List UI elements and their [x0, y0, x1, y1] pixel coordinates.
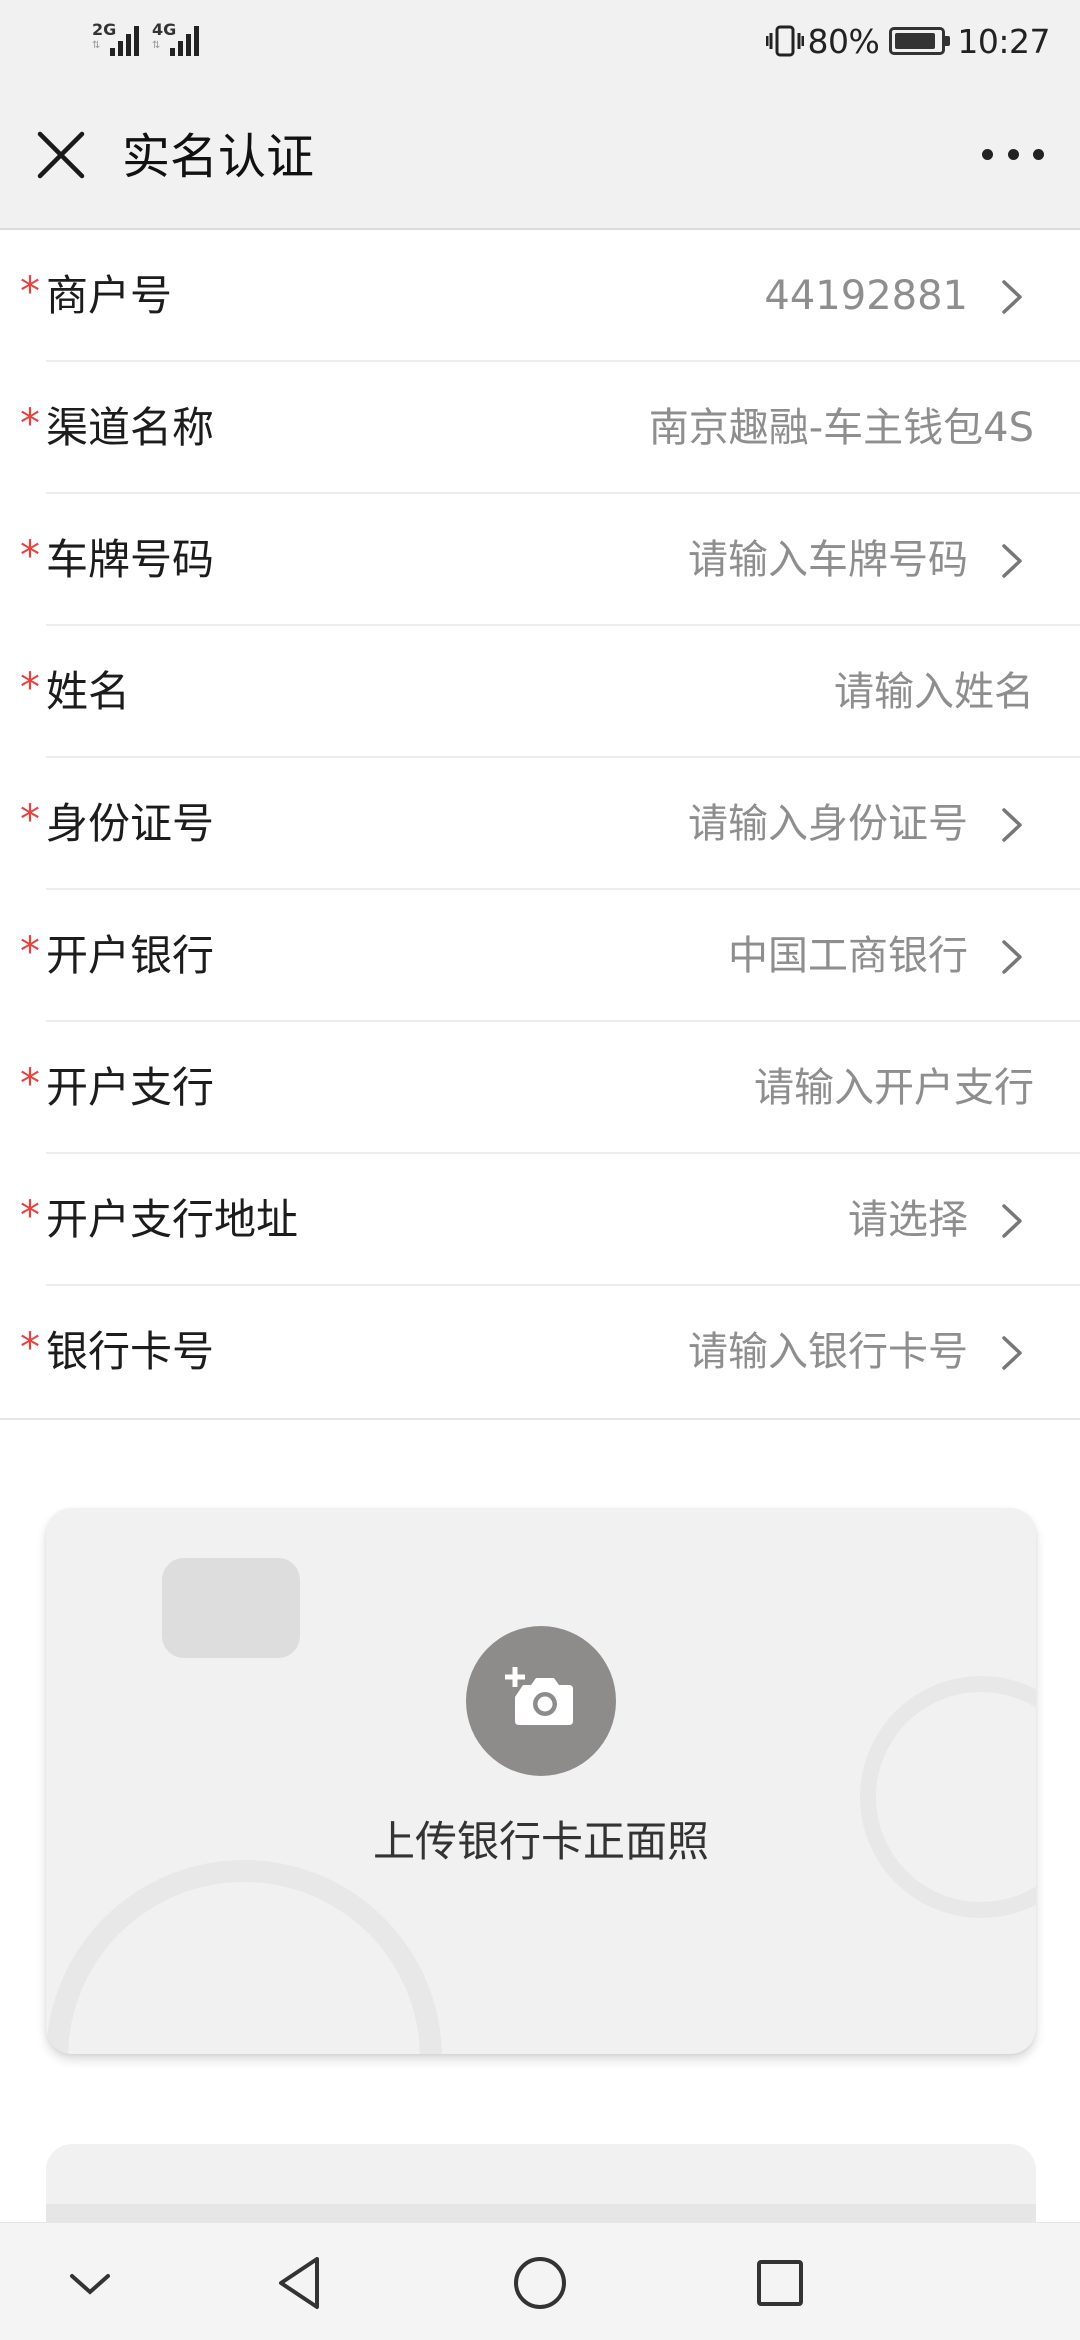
upload-label: 上传银行卡正面照 [372, 1817, 709, 1866]
required-marker: * [20, 1325, 40, 1371]
required-marker: * [20, 1061, 40, 1107]
camera-upload-button[interactable] [466, 1626, 616, 1776]
recents-button[interactable] [740, 2243, 820, 2323]
verification-form: * 商户号 44192881 * 渠道名称 南京趣融-车主钱包4S * 车牌号码 请输入车牌号码… [0, 230, 1080, 1420]
recents-square-icon [757, 2260, 803, 2306]
chevron-down-icon [70, 2274, 110, 2295]
hide-nav-button[interactable] [50, 2243, 130, 2323]
field-value[interactable]: 请输入身份证号 [688, 798, 968, 850]
form-row[interactable]: * 开户支行 请输入开户支行 [0, 1022, 1080, 1154]
chevron-right-icon [1002, 544, 1022, 578]
field-value[interactable]: 南京趣融-车主钱包4S [649, 402, 1034, 454]
field-value[interactable]: 请输入银行卡号 [688, 1326, 968, 1378]
more-dot-icon [1007, 148, 1019, 160]
field-label: 姓名 [46, 667, 131, 716]
form-row[interactable]: * 姓名 请输入姓名 [0, 626, 1080, 758]
card-circle-decoration [860, 1676, 1036, 1918]
required-marker: * [20, 1193, 40, 1239]
form-row[interactable]: * 身份证号 请输入身份证号 [0, 758, 1080, 890]
bank-card-upload[interactable]: 上传银行卡正面照 [46, 1508, 1036, 2054]
page: 2G ⇅ 4G ⇅ 80% 10:27 实名认证 * 商户号 44192881 … [0, 0, 1080, 2340]
vibrate-icon [765, 21, 805, 61]
form-row[interactable]: * 商户号 44192881 [0, 230, 1080, 362]
field-label: 渠道名称 [46, 403, 215, 452]
required-marker: * [20, 269, 40, 315]
field-label: 开户银行 [46, 931, 215, 980]
form-row[interactable]: * 渠道名称 南京趣融-车主钱包4S [0, 362, 1080, 494]
clock: 10:27 [957, 21, 1050, 61]
nav-bar: 实名认证 [0, 84, 1080, 230]
form-row[interactable]: * 银行卡号 请输入银行卡号 [0, 1286, 1080, 1418]
chevron-right-icon [1002, 280, 1022, 314]
battery-percent: 80% [807, 21, 880, 61]
more-dot-icon [982, 148, 993, 160]
chevron-right-icon [1002, 940, 1022, 974]
field-value[interactable]: 中国工商银行 [728, 930, 968, 982]
back-triangle-icon [279, 2257, 319, 2309]
chevron-right-icon [1002, 1336, 1022, 1370]
required-marker: * [20, 797, 40, 843]
card-chip-decoration [162, 1558, 300, 1658]
field-value[interactable]: 请输入开户支行 [754, 1062, 1034, 1114]
page-title: 实名认证 [122, 129, 315, 185]
field-label: 开户支行 [46, 1063, 215, 1112]
required-marker: * [20, 533, 40, 579]
required-marker: * [20, 401, 40, 447]
form-row[interactable]: * 车牌号码 请输入车牌号码 [0, 494, 1080, 626]
field-value[interactable]: 请输入姓名 [834, 666, 1034, 718]
more-button[interactable] [982, 134, 1044, 174]
field-value[interactable]: 44192881 [764, 270, 968, 322]
field-value[interactable]: 请输入车牌号码 [688, 534, 968, 586]
more-dot-icon [1033, 148, 1044, 160]
required-marker: * [20, 665, 40, 711]
battery-icon [889, 27, 951, 55]
back-button[interactable] [260, 2243, 340, 2323]
field-label: 开户支行地址 [46, 1195, 299, 1244]
status-bar: 2G ⇅ 4G ⇅ 80% 10:27 [0, 0, 1080, 84]
required-marker: * [20, 929, 40, 975]
field-label: 银行卡号 [46, 1327, 215, 1376]
system-nav-bar [0, 2222, 1080, 2340]
home-circle-icon [514, 2257, 566, 2309]
status-right: 80% 10:27 [765, 18, 1050, 64]
field-label: 身份证号 [46, 799, 215, 848]
add-photo-icon [505, 1667, 573, 1725]
field-value[interactable]: 请选择 [848, 1194, 968, 1246]
home-button[interactable] [500, 2243, 580, 2323]
chevron-right-icon [1002, 1204, 1022, 1238]
card-circle-decoration [46, 1860, 442, 2054]
form-row[interactable]: * 开户银行 中国工商银行 [0, 890, 1080, 1022]
close-icon [37, 131, 85, 179]
form-row[interactable]: * 开户支行地址 请选择 [0, 1154, 1080, 1286]
chevron-right-icon [1002, 808, 1022, 842]
field-label: 车牌号码 [46, 535, 215, 584]
field-label: 商户号 [46, 271, 173, 320]
close-button[interactable] [34, 128, 88, 182]
